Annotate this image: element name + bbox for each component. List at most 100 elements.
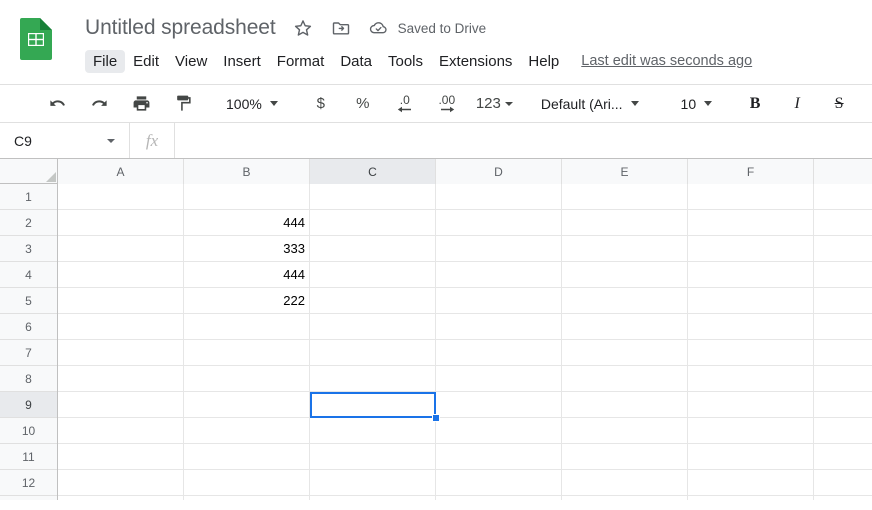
row-header-13[interactable]: 13 (0, 496, 57, 500)
cell-d9[interactable] (436, 392, 562, 418)
cell-b4[interactable]: 444 (184, 262, 310, 288)
percent-format-button[interactable]: % (349, 90, 377, 118)
select-all-corner[interactable] (0, 159, 58, 184)
bold-button[interactable]: B (741, 90, 769, 118)
cell-a5[interactable] (58, 288, 184, 314)
cell-b11[interactable] (184, 444, 310, 470)
cell-f10[interactable] (688, 418, 814, 444)
row-header-7[interactable]: 7 (0, 340, 57, 366)
cell-f12[interactable] (688, 470, 814, 496)
row-header-11[interactable]: 11 (0, 444, 57, 470)
cell-d11[interactable] (436, 444, 562, 470)
cell-f9[interactable] (688, 392, 814, 418)
number-format-dropdown[interactable]: 123 (470, 91, 519, 117)
menu-item-extensions[interactable]: Extensions (431, 50, 520, 73)
cell-c9[interactable] (310, 392, 436, 418)
cell-a1[interactable] (58, 184, 184, 210)
cell-e5[interactable] (562, 288, 688, 314)
cell-g8[interactable] (814, 366, 872, 392)
column-header-f[interactable]: F (688, 159, 814, 184)
cell-b8[interactable] (184, 366, 310, 392)
cell-b1[interactable] (184, 184, 310, 210)
cell-f13[interactable] (688, 496, 814, 500)
column-header-g[interactable] (814, 159, 872, 184)
cell-a8[interactable] (58, 366, 184, 392)
menu-item-insert[interactable]: Insert (215, 50, 269, 73)
cell-c3[interactable] (310, 236, 436, 262)
last-edit-link[interactable]: Last edit was seconds ago (581, 53, 752, 69)
cell-e12[interactable] (562, 470, 688, 496)
row-header-2[interactable]: 2 (0, 210, 57, 236)
cell-a3[interactable] (58, 236, 184, 262)
italic-button[interactable]: I (783, 90, 811, 118)
menu-item-tools[interactable]: Tools (380, 50, 431, 73)
redo-icon[interactable] (85, 90, 113, 118)
fill-handle[interactable] (432, 414, 440, 422)
menu-item-view[interactable]: View (167, 50, 215, 73)
cell-c2[interactable] (310, 210, 436, 236)
cell-a6[interactable] (58, 314, 184, 340)
cell-f11[interactable] (688, 444, 814, 470)
cell-c5[interactable] (310, 288, 436, 314)
cell-d4[interactable] (436, 262, 562, 288)
cell-b3[interactable]: 333 (184, 236, 310, 262)
cell-e6[interactable] (562, 314, 688, 340)
cell-e8[interactable] (562, 366, 688, 392)
cell-a9[interactable] (58, 392, 184, 418)
strikethrough-button[interactable]: S (825, 90, 853, 118)
cell-b5[interactable]: 222 (184, 288, 310, 314)
cell-e4[interactable] (562, 262, 688, 288)
cell-f8[interactable] (688, 366, 814, 392)
cell-g2[interactable] (814, 210, 872, 236)
row-header-3[interactable]: 3 (0, 236, 57, 262)
cell-f5[interactable] (688, 288, 814, 314)
row-header-8[interactable]: 8 (0, 366, 57, 392)
cell-d5[interactable] (436, 288, 562, 314)
menu-item-data[interactable]: Data (332, 50, 380, 73)
cell-f6[interactable] (688, 314, 814, 340)
chevron-down-icon[interactable] (107, 138, 115, 143)
column-header-e[interactable]: E (562, 159, 688, 184)
cell-c4[interactable] (310, 262, 436, 288)
cell-d7[interactable] (436, 340, 562, 366)
cell-b9[interactable] (184, 392, 310, 418)
cell-g3[interactable] (814, 236, 872, 262)
row-header-5[interactable]: 5 (0, 288, 57, 314)
row-header-6[interactable]: 6 (0, 314, 57, 340)
cell-c10[interactable] (310, 418, 436, 444)
cell-g12[interactable] (814, 470, 872, 496)
cell-b10[interactable] (184, 418, 310, 444)
cell-c1[interactable] (310, 184, 436, 210)
column-header-c[interactable]: C (310, 159, 436, 184)
cell-c6[interactable] (310, 314, 436, 340)
increase-decimal-button[interactable]: .00 (433, 90, 461, 118)
cell-d3[interactable] (436, 236, 562, 262)
cell-c11[interactable] (310, 444, 436, 470)
column-header-d[interactable]: D (436, 159, 562, 184)
cell-a2[interactable] (58, 210, 184, 236)
page-title[interactable]: Untitled spreadsheet (85, 16, 276, 40)
menu-item-edit[interactable]: Edit (125, 50, 167, 73)
cell-e1[interactable] (562, 184, 688, 210)
column-header-a[interactable]: A (58, 159, 184, 184)
cell-g6[interactable] (814, 314, 872, 340)
cell-g7[interactable] (814, 340, 872, 366)
cell-c13[interactable] (310, 496, 436, 500)
cell-d2[interactable] (436, 210, 562, 236)
cell-f1[interactable] (688, 184, 814, 210)
row-header-12[interactable]: 12 (0, 470, 57, 496)
row-header-10[interactable]: 10 (0, 418, 57, 444)
print-icon[interactable] (127, 90, 155, 118)
cell-b13[interactable] (184, 496, 310, 500)
cell-d8[interactable] (436, 366, 562, 392)
cell-e2[interactable] (562, 210, 688, 236)
cell-e9[interactable] (562, 392, 688, 418)
cell-b6[interactable] (184, 314, 310, 340)
cell-f4[interactable] (688, 262, 814, 288)
cell-a12[interactable] (58, 470, 184, 496)
cell-c8[interactable] (310, 366, 436, 392)
cell-d12[interactable] (436, 470, 562, 496)
zoom-level-dropdown[interactable]: 100% (220, 91, 284, 117)
text-color-button[interactable]: A (867, 90, 872, 118)
cell-b12[interactable] (184, 470, 310, 496)
